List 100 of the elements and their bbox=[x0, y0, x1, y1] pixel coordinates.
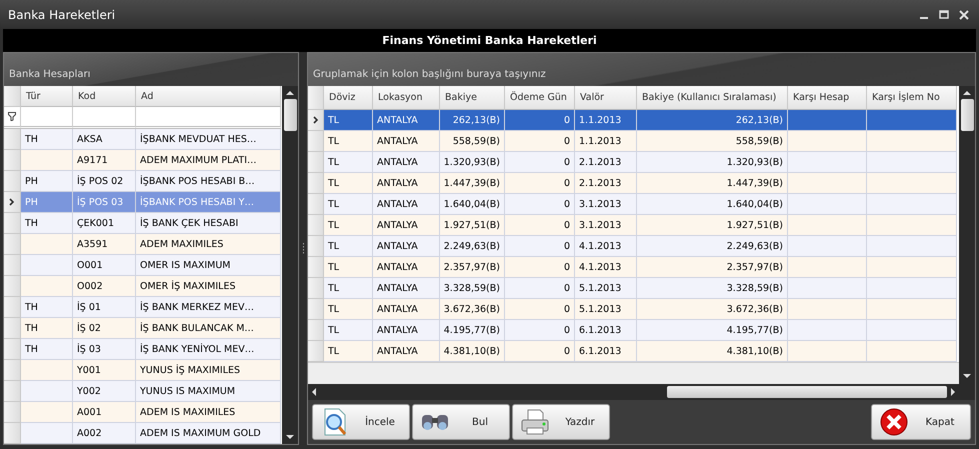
horizontal-scrollbar[interactable] bbox=[308, 384, 959, 400]
table-cell: TL bbox=[324, 278, 373, 299]
table-row[interactable]: O001 OMER IS MAXIMUM bbox=[4, 255, 282, 276]
table-row[interactable]: TL ANTALYA 3.328,59(B) 0 5.1.2013 3.328,59(B) bbox=[308, 278, 959, 299]
table-cell: TL bbox=[324, 236, 373, 257]
table-row[interactable]: TH ÇEK001 İŞ BANK ÇEK HESABI bbox=[4, 213, 282, 234]
filter-field[interactable] bbox=[73, 107, 136, 129]
column-header[interactable]: Bakiye bbox=[440, 86, 505, 110]
filter-field[interactable] bbox=[136, 107, 281, 129]
scroll-up-icon[interactable] bbox=[962, 89, 972, 97]
table-cell: 2.357,97(B) bbox=[440, 257, 505, 278]
table-cell: ADEM MAXIMUM PLATI… bbox=[136, 150, 281, 171]
table-cell: İŞ 03 bbox=[73, 339, 136, 360]
table-row[interactable]: TL ANTALYA 3.672,36(B) 0 5.1.2013 3.672,36(B) bbox=[308, 299, 959, 320]
row-header[interactable] bbox=[308, 110, 324, 131]
column-header[interactable]: Kod bbox=[73, 86, 136, 107]
table-row[interactable]: TL ANTALYA 1.447,39(B) 0 2.1.2013 1.447,39(B) bbox=[308, 173, 959, 194]
scroll-right-icon[interactable] bbox=[949, 387, 957, 397]
table-cell: O001 bbox=[73, 255, 136, 276]
table-cell: A9171 bbox=[73, 150, 136, 171]
column-header[interactable]: Karşı Hesap bbox=[788, 86, 867, 110]
table-cell: 3.328,59(B) bbox=[637, 278, 788, 299]
table-cell bbox=[21, 423, 73, 444]
table-row[interactable]: TL ANTALYA 4.381,10(B) 0 6.1.2013 4.381,10(B) bbox=[308, 341, 959, 362]
table-row[interactable]: TL ANTALYA 2.249,63(B) 0 4.1.2013 2.249,63(B) bbox=[308, 236, 959, 257]
table-row[interactable]: TL ANTALYA 2.357,97(B) 0 4.1.2013 2.357,97(B) bbox=[308, 257, 959, 278]
scroll-up-icon[interactable] bbox=[285, 89, 295, 97]
table-row[interactable]: O002 OMER İŞ MAXIMILES bbox=[4, 276, 282, 297]
table-row[interactable]: A3591 ADEM MAXIMILES bbox=[4, 234, 282, 255]
table-cell: 0 bbox=[505, 173, 575, 194]
table-cell: A002 bbox=[73, 423, 136, 444]
column-header[interactable]: Ad bbox=[136, 86, 281, 107]
table-row[interactable]: TL ANTALYA 262,13(B) 0 1.1.2013 262,13(B) bbox=[308, 110, 959, 131]
table-row[interactable]: PH İŞ POS 02 İŞBANK POS HESABI B… bbox=[4, 171, 282, 192]
table-row[interactable]: TL ANTALYA 4.195,77(B) 0 6.1.2013 4.195,77(B) bbox=[308, 320, 959, 341]
table-row[interactable]: TL ANTALYA 1.640,04(B) 0 3.1.2013 1.640,04(B) bbox=[308, 194, 959, 215]
table-row[interactable]: TH İŞ 02 İŞ BANK BULANCAK M… bbox=[4, 318, 282, 339]
corner-cell bbox=[308, 86, 324, 110]
scroll-down-icon[interactable] bbox=[962, 372, 972, 380]
table-cell: 1.1.2013 bbox=[575, 131, 637, 152]
table-cell: 1.927,51(B) bbox=[637, 215, 788, 236]
table-cell: TL bbox=[324, 152, 373, 173]
table-row[interactable]: Y001 YUNUS İŞ MAXIMILES bbox=[4, 360, 282, 381]
column-header[interactable]: Lokasyon bbox=[373, 86, 440, 110]
table-cell: ANTALYA bbox=[373, 152, 440, 173]
table-cell: 1.447,39(B) bbox=[440, 173, 505, 194]
column-header[interactable]: Karşı İşlem No bbox=[867, 86, 957, 110]
table-cell: ADEM IS MAXIMUM GOLD bbox=[136, 423, 281, 444]
table-cell: TH bbox=[21, 129, 73, 150]
column-header[interactable]: Bakiye (Kullanıcı Sıralaması) bbox=[637, 86, 788, 110]
table-row[interactable]: TL ANTALYA 1.927,51(B) 0 3.1.2013 1.927,51(B) bbox=[308, 215, 959, 236]
table-cell: 6.1.2013 bbox=[575, 341, 637, 362]
close-button[interactable]: Kapat bbox=[871, 404, 971, 440]
table-cell: 3.1.2013 bbox=[575, 215, 637, 236]
inspect-button[interactable]: İncele bbox=[312, 404, 410, 440]
table-row[interactable]: TH İŞ 01 İŞ BANK MERKEZ MEV… bbox=[4, 297, 282, 318]
row-header[interactable] bbox=[4, 192, 21, 213]
column-header[interactable]: Valör bbox=[575, 86, 637, 110]
splitter-grip-icon[interactable] bbox=[302, 242, 304, 256]
column-header[interactable]: Ödeme Gün bbox=[505, 86, 575, 110]
maximize-icon[interactable] bbox=[937, 8, 951, 22]
scroll-thumb[interactable] bbox=[667, 386, 947, 398]
table-cell: TL bbox=[324, 131, 373, 152]
scroll-thumb[interactable] bbox=[960, 99, 974, 131]
scroll-down-icon[interactable] bbox=[285, 433, 295, 441]
table-row[interactable]: TL ANTALYA 558,59(B) 0 1.1.2013 558,59(B) bbox=[308, 131, 959, 152]
table-row[interactable]: A002 ADEM IS MAXIMUM GOLD bbox=[4, 423, 282, 444]
table-row[interactable]: A9171 ADEM MAXIMUM PLATI… bbox=[4, 150, 282, 171]
table-cell: A001 bbox=[73, 402, 136, 423]
filter-field[interactable] bbox=[21, 107, 73, 129]
table-cell: 1.1.2013 bbox=[575, 110, 637, 131]
print-button[interactable]: Yazdır bbox=[512, 404, 610, 440]
table-cell: ADEM MAXIMILES bbox=[136, 234, 281, 255]
table-row[interactable]: Y002 YUNUS IS MAXIMUM bbox=[4, 381, 282, 402]
table-row[interactable]: TH AKSA İŞBANK MEVDUAT HES… bbox=[4, 129, 282, 150]
table-row[interactable]: A001 ADEM IS MAXIMILES bbox=[4, 402, 282, 423]
scroll-left-icon[interactable] bbox=[310, 387, 318, 397]
table-cell: ANTALYA bbox=[373, 236, 440, 257]
table-row[interactable]: TH İŞ 03 İŞ BANK YENİYOL MEV… bbox=[4, 339, 282, 360]
column-header[interactable]: Döviz bbox=[324, 86, 373, 110]
table-cell: İŞ BANK BULANCAK M… bbox=[136, 318, 281, 339]
table-cell bbox=[21, 150, 73, 171]
table-cell: İŞBANK POS HESABI Y… bbox=[136, 192, 281, 213]
table-cell: 4.381,10(B) bbox=[440, 341, 505, 362]
vertical-scrollbar[interactable] bbox=[959, 86, 975, 400]
scroll-thumb[interactable] bbox=[284, 99, 296, 131]
table-cell: 1.640,04(B) bbox=[440, 194, 505, 215]
filter-icon[interactable] bbox=[8, 112, 16, 121]
table-cell: YUNUS İŞ MAXIMILES bbox=[136, 360, 281, 381]
table-cell: ANTALYA bbox=[373, 194, 440, 215]
group-title: Banka Hesapları bbox=[9, 69, 90, 80]
vertical-scrollbar[interactable] bbox=[282, 86, 298, 444]
table-cell: ANTALYA bbox=[373, 341, 440, 362]
close-icon[interactable] bbox=[957, 8, 971, 22]
row-pointer-icon bbox=[9, 198, 15, 206]
find-button[interactable]: Bul bbox=[412, 404, 510, 440]
column-header[interactable]: Tür bbox=[21, 86, 73, 107]
table-row[interactable]: TL ANTALYA 1.320,93(B) 0 2.1.2013 1.320,93(B) bbox=[308, 152, 959, 173]
table-cell bbox=[21, 276, 73, 297]
table-cell: 2.1.2013 bbox=[575, 173, 637, 194]
